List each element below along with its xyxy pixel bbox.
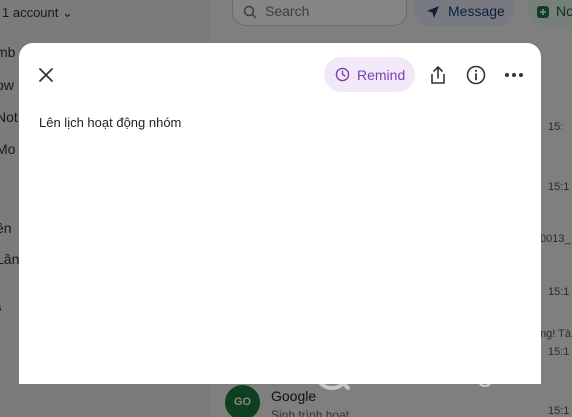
more-horizontal-icon [505, 73, 523, 77]
clock-icon [335, 67, 350, 82]
remind-button[interactable]: Remind [324, 57, 415, 92]
note-dialog: Remind Lên lịch hoạt động nhóm [19, 43, 541, 384]
share-icon [431, 66, 445, 84]
more-options-button[interactable] [503, 64, 525, 86]
note-content[interactable]: Lên lịch hoạt động nhóm [39, 115, 181, 130]
info-icon [466, 65, 486, 85]
close-icon [39, 68, 53, 82]
info-button[interactable] [465, 64, 487, 86]
watermark: uantrimang [310, 348, 542, 396]
watermark-text: uantrimang [348, 355, 494, 388]
share-button[interactable] [427, 64, 449, 86]
close-button[interactable] [35, 64, 57, 86]
remind-label: Remind [357, 66, 406, 83]
